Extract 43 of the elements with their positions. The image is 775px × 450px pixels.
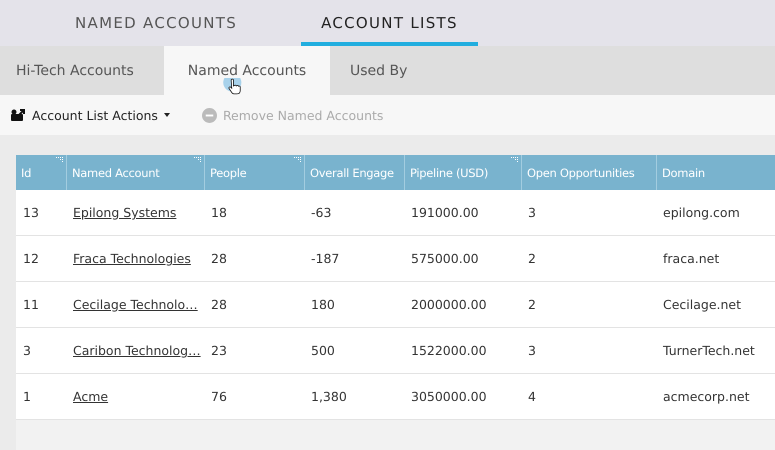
table-cell-text: 2 <box>527 250 537 268</box>
table-cell-text: 18 <box>210 204 228 222</box>
table-cell-text: -63 <box>310 204 332 222</box>
table-cell-text: 500 <box>310 342 336 360</box>
list-tab[interactable]: Used By <box>330 46 428 95</box>
table-cell-text: acmecorp.net <box>662 388 750 406</box>
account-link[interactable]: Fraca Technologies <box>73 251 191 266</box>
table-cell-text: 3 <box>22 342 32 360</box>
table-cell-text: 12 <box>22 250 40 268</box>
table-cell-text: 1522000.00 <box>410 342 488 360</box>
caret-icon <box>164 113 170 117</box>
minus-circle-icon <box>202 108 217 122</box>
table-cell-text: 191000.00 <box>410 204 480 222</box>
table-cell-text: 2000000.00 <box>410 296 488 314</box>
table-cell-text: Cecilage.net <box>662 296 742 314</box>
list-tab[interactable]: Named Accounts <box>164 46 330 95</box>
table-cell-text: 3050000.00 <box>410 388 488 406</box>
table-cell-text: 13 <box>22 204 40 222</box>
table-cell-text: fraca.net <box>662 250 720 268</box>
table-cell-text: 23 <box>210 342 228 360</box>
table-cell-text: TurnerTech.net <box>662 342 756 360</box>
table-cell-text: 3 <box>527 204 537 222</box>
table-cell-text: 575000.00 <box>410 250 480 268</box>
table-cell-text: 28 <box>210 296 228 314</box>
top-tab[interactable]: NAMED ACCOUNTS <box>55 0 258 46</box>
table-cell-text: 4 <box>527 388 537 406</box>
table-cell-text: 28 <box>210 250 228 268</box>
list-actions-icon <box>10 108 26 122</box>
list-tab[interactable]: Hi-Tech Accounts <box>0 46 164 95</box>
table-cell-text: epilong.com <box>662 204 741 222</box>
actions-menu-button[interactable]: Account List Actions <box>10 108 170 122</box>
account-link[interactable]: Epilong Systems <box>73 205 176 220</box>
table-cell-text: 11 <box>22 296 40 314</box>
table-cell-text: 180 <box>310 296 336 314</box>
table-cell-text: 1 <box>22 388 32 406</box>
account-link[interactable]: Cecilage Technolo… <box>73 297 198 312</box>
table-cell-text: 76 <box>210 388 228 406</box>
account-link[interactable]: Caribon Technolog… <box>73 343 201 358</box>
table-cell-text: 2 <box>527 296 537 314</box>
table-cell-text: -187 <box>310 250 340 268</box>
table-cell-text: 1,380 <box>310 388 348 406</box>
table-cell-text: 3 <box>527 342 537 360</box>
account-link[interactable]: Acme <box>73 389 108 404</box>
